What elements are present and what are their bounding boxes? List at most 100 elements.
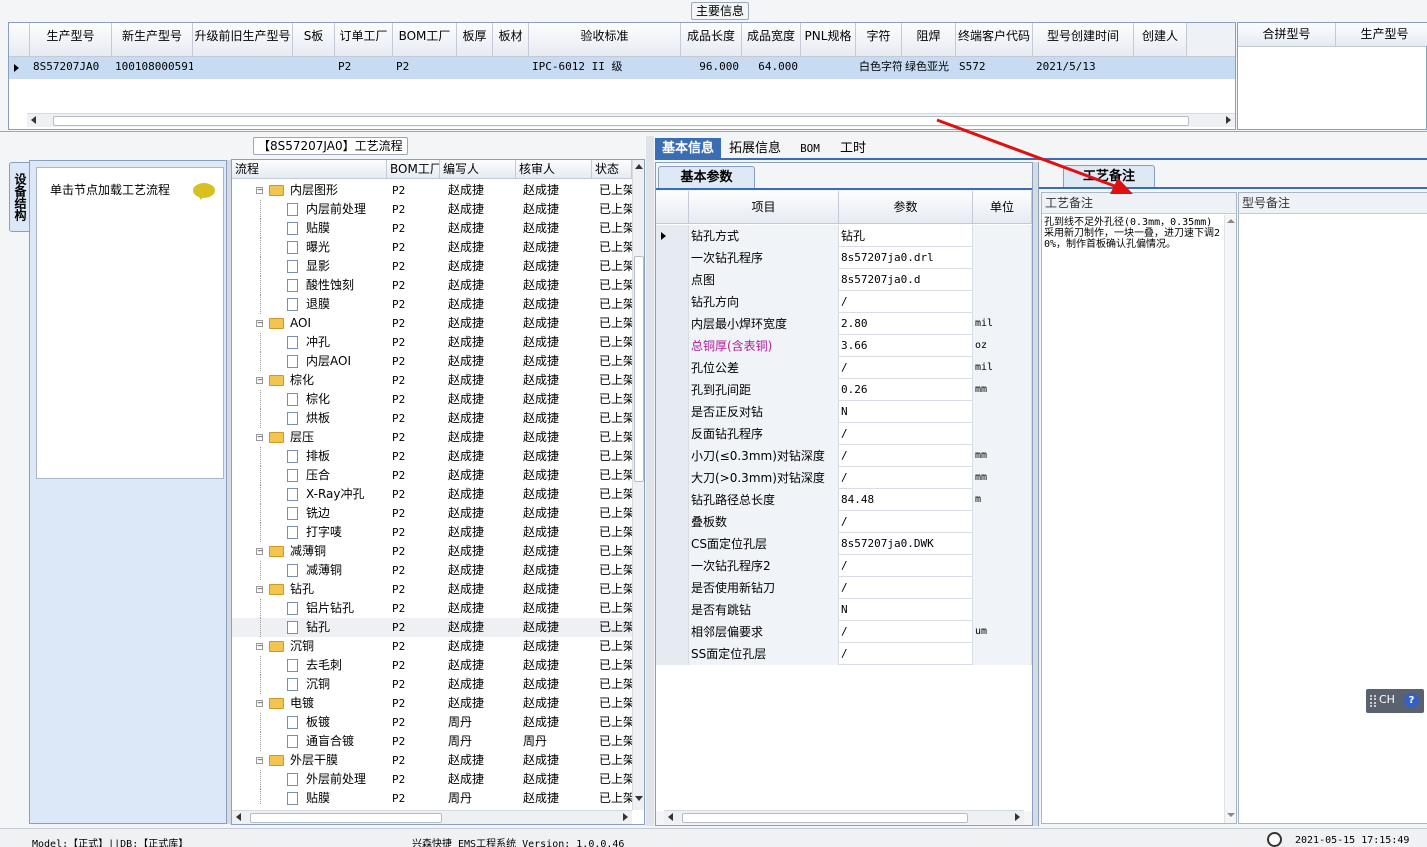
- param-row[interactable]: 相邻层偏要求 / um: [656, 621, 1032, 643]
- tree-row[interactable]: 冲孔 P2 赵成捷 赵成捷 已上架: [232, 333, 632, 352]
- tree-row[interactable]: 贴膜 P2 赵成捷 赵成捷 已上架: [232, 219, 632, 238]
- model-remark-box[interactable]: 型号备注: [1238, 192, 1427, 824]
- column-header[interactable]: 生产型号: [30, 23, 112, 56]
- column-header[interactable]: BOM工厂: [387, 160, 440, 178]
- row-selector[interactable]: [656, 489, 689, 511]
- row-selector[interactable]: [656, 423, 689, 445]
- tree-row[interactable]: 外层前处理 P2 赵成捷 赵成捷 已上架: [232, 770, 632, 789]
- tree-row[interactable]: 通盲合镀 P2 周丹 周丹 已上架: [232, 732, 632, 751]
- ime-grip-icon[interactable]: [1370, 695, 1376, 707]
- scroll-up-icon[interactable]: [635, 164, 643, 169]
- row-selector[interactable]: [656, 247, 689, 269]
- row-selector[interactable]: [656, 621, 689, 643]
- table-cell[interactable]: 96.000: [681, 57, 742, 79]
- column-header[interactable]: 订单工厂: [335, 23, 393, 56]
- scroll-left-icon[interactable]: [668, 813, 673, 821]
- ime-language-label[interactable]: CH: [1379, 693, 1395, 706]
- collapse-toggle-icon[interactable]: −: [256, 700, 263, 707]
- table-cell[interactable]: [293, 57, 335, 79]
- row-selector[interactable]: [656, 357, 689, 379]
- row-selector[interactable]: [656, 445, 689, 467]
- param-row[interactable]: 是否正反对钻 N: [656, 401, 1032, 423]
- column-header[interactable]: PNL规格: [801, 23, 856, 56]
- splitter-middle[interactable]: [646, 136, 654, 826]
- params-hscroll[interactable]: [664, 810, 1024, 824]
- tree-row[interactable]: − 沉铜 P2 赵成捷 赵成捷 已上架: [232, 637, 632, 656]
- collapse-toggle-icon[interactable]: −: [256, 377, 263, 384]
- tree-row[interactable]: 打字唛 P2 赵成捷 赵成捷 已上架: [232, 523, 632, 542]
- row-selector[interactable]: [656, 555, 689, 577]
- tree-row[interactable]: 压合 P2 赵成捷 赵成捷 已上架: [232, 466, 632, 485]
- tab-basic[interactable]: 基本信息: [655, 138, 721, 160]
- param-value[interactable]: 钻孔: [839, 225, 973, 247]
- tree-row[interactable]: 棕化 P2 赵成捷 赵成捷 已上架: [232, 390, 632, 409]
- row-selector[interactable]: [656, 379, 689, 401]
- tree-vscroll-thumb[interactable]: [634, 256, 644, 482]
- column-header[interactable]: 验收标准: [529, 23, 681, 56]
- tree-row[interactable]: − 棕化 P2 赵成捷 赵成捷 已上架: [232, 371, 632, 390]
- scroll-right-icon[interactable]: [1226, 116, 1231, 124]
- scroll-down-icon[interactable]: [635, 796, 643, 801]
- process-remark-box[interactable]: 工艺备注 孔到线不足外孔径(0.3mm，0.35mm)采用新刀制作，一块一叠，进…: [1041, 192, 1237, 824]
- param-value[interactable]: /: [839, 577, 973, 599]
- column-header[interactable]: 成品长度: [681, 23, 742, 56]
- row-selector[interactable]: [656, 291, 689, 313]
- scroll-right-icon[interactable]: [1015, 813, 1020, 821]
- equipment-tree-box[interactable]: 单击节点加载工艺流程: [36, 167, 224, 479]
- param-value[interactable]: 3.66: [839, 335, 973, 357]
- table-cell[interactable]: 白色字符: [856, 57, 902, 79]
- param-row[interactable]: 叠板数 /: [656, 511, 1032, 533]
- collapse-toggle-icon[interactable]: −: [256, 187, 263, 194]
- collapse-toggle-icon[interactable]: −: [256, 643, 263, 650]
- tree-row[interactable]: 内层前处理 P2 赵成捷 赵成捷 已上架: [232, 200, 632, 219]
- tree-row[interactable]: 板镀 P2 周丹 赵成捷 已上架: [232, 713, 632, 732]
- column-header[interactable]: 板材: [493, 23, 529, 56]
- param-row[interactable]: 反面钻孔程序 /: [656, 423, 1032, 445]
- tree-row[interactable]: 排板 P2 赵成捷 赵成捷 已上架: [232, 447, 632, 466]
- tree-row[interactable]: 内层AOI P2 赵成捷 赵成捷 已上架: [232, 352, 632, 371]
- param-row[interactable]: 内层最小焊环宽度 2.80 mil: [656, 313, 1032, 335]
- tree-row[interactable]: 酸性蚀刻 P2 赵成捷 赵成捷 已上架: [232, 276, 632, 295]
- column-header[interactable]: 流程: [232, 160, 387, 178]
- tree-row[interactable]: 钻孔 P2 赵成捷 赵成捷 已上架: [232, 618, 632, 637]
- table-cell[interactable]: 2021/5/13: [1033, 57, 1134, 79]
- equipment-structure-tab[interactable]: 设备结构: [9, 162, 30, 232]
- column-header[interactable]: 新生产型号: [112, 23, 193, 56]
- param-value[interactable]: /: [839, 291, 973, 313]
- param-row[interactable]: 是否使用新钻刀 /: [656, 577, 1032, 599]
- row-selector[interactable]: [656, 511, 689, 533]
- row-selector[interactable]: [656, 533, 689, 555]
- table-cell[interactable]: [801, 57, 856, 79]
- param-value[interactable]: 8s57207ja0.d: [839, 269, 973, 291]
- scroll-left-icon[interactable]: [31, 116, 36, 124]
- tree-row[interactable]: − 钻孔 P2 赵成捷 赵成捷 已上架: [232, 580, 632, 599]
- tree-hscroll-thumb[interactable]: [250, 813, 442, 823]
- column-header[interactable]: 编写人: [440, 160, 516, 178]
- param-value[interactable]: /: [839, 621, 973, 643]
- scroll-up-icon[interactable]: [1227, 219, 1235, 223]
- ime-toolbar[interactable]: CH ?: [1366, 689, 1424, 713]
- row-selector[interactable]: [656, 335, 689, 357]
- column-header[interactable]: S板: [293, 23, 335, 56]
- param-value[interactable]: /: [839, 467, 973, 489]
- param-row[interactable]: 点图 8s57207ja0.d: [656, 269, 1032, 291]
- param-row[interactable]: 一次钻孔程序 8s57207ja0.drl: [656, 247, 1032, 269]
- param-value[interactable]: /: [839, 643, 973, 665]
- tree-vscroll[interactable]: [632, 160, 644, 810]
- column-header[interactable]: 字符: [856, 23, 902, 56]
- param-row[interactable]: 钻孔方向 /: [656, 291, 1032, 313]
- param-row[interactable]: CS面定位孔层 8s57207ja0.DWK: [656, 533, 1032, 555]
- column-header[interactable]: 终端客户代码: [956, 23, 1033, 56]
- table-cell[interactable]: 64.000: [742, 57, 801, 79]
- column-header[interactable]: 核审人: [516, 160, 592, 178]
- table-cell[interactable]: S572: [956, 57, 1033, 79]
- param-row[interactable]: 钻孔方式 钻孔: [656, 225, 1032, 247]
- table-cell[interactable]: 10010800059172: [112, 57, 193, 79]
- column-header[interactable]: 状态: [592, 160, 632, 178]
- param-value[interactable]: 2.80: [839, 313, 973, 335]
- column-header[interactable]: 合拼型号: [1238, 23, 1336, 46]
- param-value[interactable]: N: [839, 401, 973, 423]
- tree-row[interactable]: X-Ray冲孔 P2 赵成捷 赵成捷 已上架: [232, 485, 632, 504]
- param-value[interactable]: /: [839, 423, 973, 445]
- column-header[interactable]: 创建人: [1134, 23, 1187, 56]
